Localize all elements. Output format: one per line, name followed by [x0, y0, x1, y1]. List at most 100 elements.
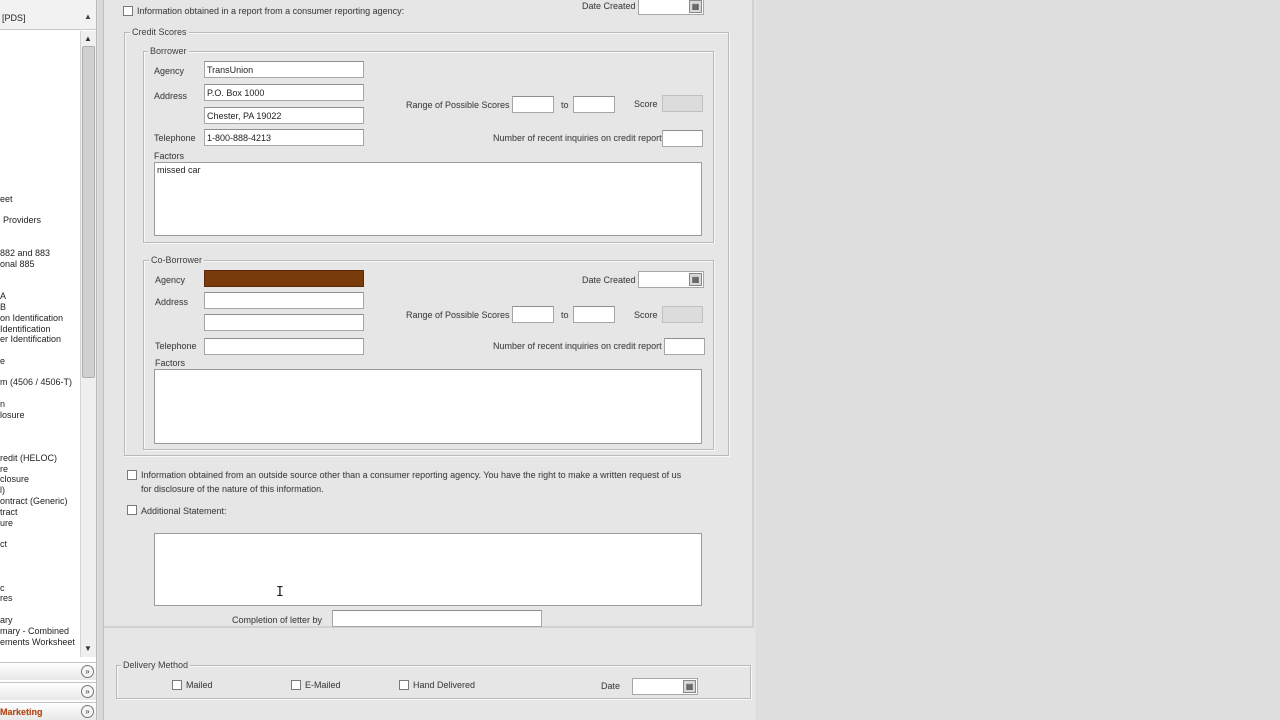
sidebar-header[interactable]: [PDS] ▲: [0, 0, 96, 30]
coborrower-range-to-input[interactable]: [573, 306, 615, 323]
sidebar-item[interactable]: ct: [0, 539, 7, 549]
additional-statement-textarea[interactable]: [154, 533, 702, 606]
sidebar-item[interactable]: ure: [0, 518, 13, 528]
emailed-checkbox[interactable]: [291, 680, 301, 690]
borrower-range-label: Range of Possible Scores: [406, 100, 510, 110]
coborrower-to-label: to: [561, 310, 569, 320]
scroll-up-icon[interactable]: ▲: [84, 34, 92, 43]
sidebar-item[interactable]: onal 885: [0, 259, 35, 269]
borrower-address-line1-input[interactable]: P.O. Box 1000: [204, 84, 364, 101]
sidebar-item[interactable]: B: [0, 302, 6, 312]
sidebar-item[interactable]: ontract (Generic): [0, 496, 68, 506]
text-cursor-icon: I: [276, 585, 284, 600]
borrower-agency-input[interactable]: TransUnion: [204, 61, 364, 78]
chevron-up-icon[interactable]: ▲: [84, 12, 92, 21]
coborrower-address-label: Address: [155, 297, 189, 307]
calendar-icon[interactable]: ▦: [689, 273, 702, 286]
sidebar-collapsed-panel-2[interactable]: »: [0, 682, 96, 700]
scroll-down-icon[interactable]: ▼: [84, 644, 92, 653]
delivery-method-title: Delivery Method: [121, 660, 191, 670]
sidebar-item[interactable]: c: [0, 583, 5, 593]
borrower-address-label: Address: [154, 91, 188, 101]
sidebar-item[interactable]: closure: [0, 474, 29, 484]
calendar-icon[interactable]: ▦: [689, 0, 702, 13]
coborrower-factors-textarea[interactable]: [154, 369, 702, 444]
emailed-label: E-Mailed: [305, 680, 341, 690]
sidebar-item[interactable]: 882 and 883: [0, 248, 50, 258]
coborrower-factors-label: Factors: [155, 358, 186, 368]
completion-label: Completion of letter by: [232, 615, 323, 625]
completion-input[interactable]: [332, 610, 542, 627]
sidebar-item[interactable]: A: [0, 291, 6, 301]
sidebar-item[interactable]: m (4506 / 4506-T): [0, 377, 72, 387]
sidebar-item[interactable]: Identification: [0, 324, 51, 334]
consumer-report-checkbox[interactable]: [123, 6, 133, 16]
borrower-range-to-input[interactable]: [573, 96, 615, 113]
coborrower-telephone-label: Telephone: [155, 341, 197, 351]
borrower-title: Borrower: [148, 46, 189, 56]
credit-scores-title: Credit Scores: [130, 27, 189, 37]
borrower-telephone-input[interactable]: 1-800-888-4213: [204, 129, 364, 146]
borrower-score-input[interactable]: [662, 95, 703, 112]
borrower-telephone-label: Telephone: [154, 133, 196, 143]
expand-chevron-icon[interactable]: »: [81, 665, 94, 678]
calendar-icon[interactable]: ▦: [683, 680, 696, 693]
sidebar-item[interactable]: tract: [0, 507, 18, 517]
coborrower-address-line2-input[interactable]: [204, 314, 364, 331]
coborrower-date-created-field[interactable]: ▦: [638, 271, 704, 288]
sidebar-item[interactable]: eet: [0, 194, 13, 204]
outside-source-checkbox[interactable]: [127, 470, 137, 480]
sidebar-item[interactable]: res: [0, 593, 13, 603]
marketing-label: Marketing: [0, 707, 43, 717]
expand-chevron-icon[interactable]: »: [81, 705, 94, 718]
coborrower-title: Co-Borrower: [149, 255, 205, 265]
sidebar-item[interactable]: re: [0, 464, 8, 474]
sidebar-scroll-thumb[interactable]: [82, 46, 95, 378]
additional-statement-checkbox[interactable]: [127, 505, 137, 515]
sidebar-item[interactable]: on Identification: [0, 313, 63, 323]
borrower-inquiries-input[interactable]: [662, 130, 703, 147]
borrower-address-line2-input[interactable]: Chester, PA 19022: [204, 107, 364, 124]
sidebar-item[interactable]: mary - Combined: [0, 626, 69, 636]
coborrower-range-from-input[interactable]: [512, 306, 554, 323]
borrower-agency-label: Agency: [154, 66, 185, 76]
left-sidebar: [PDS] ▲ eet Providers 882 and 883 onal 885 A…: [0, 0, 97, 720]
sidebar-item[interactable]: redit (HELOC): [0, 453, 57, 463]
sidebar-header-label: [PDS]: [2, 13, 26, 23]
sidebar-marketing-panel[interactable]: Marketing »: [0, 702, 96, 720]
coborrower-inquiries-label: Number of recent inquiries on credit rep…: [493, 341, 662, 351]
hand-delivered-checkbox[interactable]: [399, 680, 409, 690]
coborrower-score-label: Score: [634, 310, 658, 320]
coborrower-date-created-label: Date Created: [582, 275, 636, 285]
coborrower-telephone-input[interactable]: [204, 338, 364, 355]
coborrower-inquiries-input[interactable]: [664, 338, 705, 355]
delivery-date-field[interactable]: ▦: [632, 678, 698, 695]
sidebar-item[interactable]: ements Worksheet: [0, 637, 75, 647]
borrower-score-label: Score: [634, 99, 658, 109]
sidebar-item[interactable]: ary: [0, 615, 13, 625]
coborrower-score-input[interactable]: [662, 306, 703, 323]
coborrower-agency-input[interactable]: [204, 270, 364, 287]
borrower-to-label: to: [561, 100, 569, 110]
sidebar-item[interactable]: l): [0, 485, 5, 495]
outside-source-line2: for disclosure of the nature of this inf…: [141, 484, 324, 494]
right-empty-pane: [756, 0, 1280, 720]
mailed-label: Mailed: [186, 680, 213, 690]
top-date-created-field[interactable]: ▦: [638, 0, 704, 15]
borrower-factors-textarea[interactable]: missed car: [154, 162, 702, 236]
borrower-range-from-input[interactable]: [512, 96, 554, 113]
top-date-created-label: Date Created: [582, 1, 636, 11]
sidebar-collapsed-panel-1[interactable]: »: [0, 662, 96, 680]
delivery-date-label: Date: [601, 681, 621, 691]
hand-delivered-label: Hand Delivered: [413, 680, 476, 690]
coborrower-range-label: Range of Possible Scores: [406, 310, 510, 320]
expand-chevron-icon[interactable]: »: [81, 685, 94, 698]
coborrower-address-line1-input[interactable]: [204, 292, 364, 309]
sidebar-item[interactable]: er Identification: [0, 334, 61, 344]
outside-source-line1: Information obtained from an outside sou…: [141, 470, 682, 480]
sidebar-item[interactable]: Providers: [3, 215, 41, 225]
sidebar-item[interactable]: losure: [0, 410, 25, 420]
sidebar-item[interactable]: e: [0, 356, 5, 366]
mailed-checkbox[interactable]: [172, 680, 182, 690]
sidebar-item[interactable]: n: [0, 399, 5, 409]
